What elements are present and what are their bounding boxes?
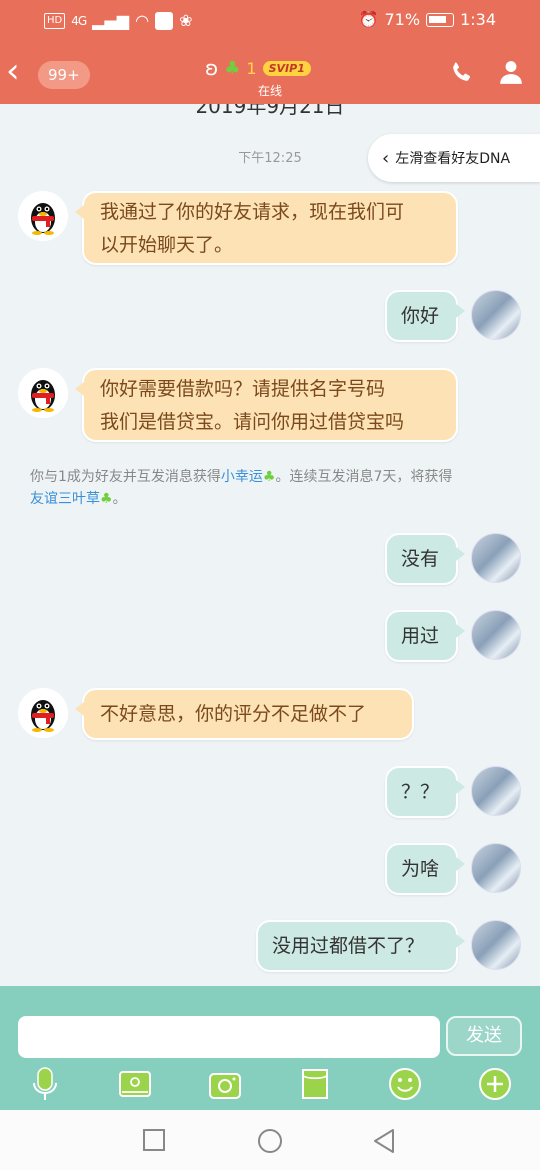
camera-icon[interactable]	[207, 1066, 243, 1102]
image-icon[interactable]	[117, 1066, 153, 1102]
triangle-icon[interactable]	[372, 1128, 396, 1154]
status-bar: HD 4G ▂▄▆ ◠ ❀ ⏰ 71% 1:34	[0, 0, 540, 42]
my-avatar[interactable]	[471, 610, 521, 660]
file-icon[interactable]	[297, 1066, 333, 1102]
dna-hint-label: 左滑查看好友DNA	[395, 151, 511, 167]
qq-penguin-avatar[interactable]	[18, 688, 68, 738]
message-text: 我们是借贷宝。请问你用过借贷宝吗	[100, 411, 405, 433]
message-text: 没用过都借不了？	[272, 935, 425, 957]
message-text: 你好需要借款吗？请提供名字号码	[100, 378, 386, 400]
message-bubble[interactable]: 没有	[385, 533, 465, 585]
my-avatar[interactable]	[471, 766, 521, 816]
qq-penguin-avatar[interactable]	[18, 191, 68, 241]
my-avatar[interactable]	[471, 843, 521, 893]
hd-indicator: HD	[44, 12, 66, 29]
sprout-icon: ♣	[224, 57, 241, 79]
ear-icon: ʚ	[205, 56, 219, 80]
circle-icon[interactable]	[257, 1128, 283, 1154]
message-input[interactable]	[18, 1016, 440, 1058]
friend-dna-hint[interactable]: ‹ 左滑查看好友DNA	[368, 134, 540, 182]
send-button[interactable]: 发送	[446, 1016, 522, 1056]
message-text: 我通过了你的好友请求，现在我们可	[100, 201, 405, 223]
system-nav-bar	[0, 1110, 540, 1170]
message-text: 以开始聊天了。	[100, 234, 234, 256]
message-bubble[interactable]: 不好意思，你的评分不足做不了	[75, 688, 414, 740]
system-note-text: 。连续互发消息7天，将获得	[275, 469, 453, 485]
clover-icon: ♣	[100, 491, 113, 507]
system-note-text: 你与1成为好友并互发消息获得	[30, 469, 221, 485]
battery-percent: 71%	[384, 10, 421, 29]
lucky-link[interactable]: 小幸运	[221, 469, 263, 485]
chevron-left-icon: ‹	[382, 147, 390, 169]
clover-link[interactable]: 友谊三叶草	[30, 491, 100, 507]
status-left: HD 4G ▂▄▆ ◠ ❀	[44, 11, 192, 30]
message-list[interactable]: 2019年9月21日 下午12:25 ‹ 左滑查看好友DNA 我通过了你的好友请…	[0, 104, 540, 986]
message-bubble[interactable]: ？？	[385, 766, 465, 818]
message-bubble[interactable]: 我通过了你的好友请求，现在我们可 以开始聊天了。	[75, 191, 458, 265]
microphone-icon[interactable]	[27, 1066, 63, 1102]
qq-penguin-avatar[interactable]	[18, 368, 68, 418]
message-text: 用过	[401, 625, 440, 647]
chat-header: ‹ 99+ ʚ ♣ 1 SVIP1 在线	[0, 42, 540, 104]
message-text: 没有	[401, 548, 440, 570]
system-note: 你与1成为好友并互发消息获得小幸运♣。连续互发消息7天，将获得 友谊三叶草♣。	[30, 466, 510, 510]
message-bubble[interactable]: 你好需要借款吗？请提供名字号码 我们是借贷宝。请问你用过借贷宝吗	[75, 368, 458, 442]
wifi-icon: ◠	[135, 11, 150, 30]
plus-icon[interactable]	[477, 1066, 513, 1102]
my-avatar[interactable]	[471, 290, 521, 340]
message-bubble[interactable]: 用过	[385, 610, 465, 662]
network-indicator: 4G	[71, 13, 87, 28]
message-text: ？？	[401, 781, 440, 803]
alarm-icon: ⏰	[358, 10, 379, 29]
system-note-text: 。	[112, 491, 127, 507]
message-text: 你好	[401, 305, 440, 327]
message-bubble[interactable]: 没用过都借不了？	[256, 920, 465, 972]
input-bar: 发送	[0, 986, 540, 1110]
square-icon[interactable]	[142, 1128, 166, 1152]
status-right: ⏰ 71% 1:34	[359, 10, 496, 29]
message-text: 为啥	[401, 858, 440, 880]
phone-icon[interactable]	[448, 60, 474, 86]
svip-badge: SVIP1	[262, 60, 311, 76]
wechat-icon: ❀	[179, 11, 193, 30]
message-bubble[interactable]: 你好	[385, 290, 465, 342]
battery-icon	[426, 12, 455, 27]
contact-info[interactable]: ʚ ♣ 1 SVIP1	[205, 56, 311, 80]
app-notification-icon	[155, 11, 174, 30]
sprout-icon: ♣	[262, 469, 276, 485]
profile-icon[interactable]	[498, 59, 524, 85]
message-text: 不好意思，你的评分不足做不了	[100, 703, 367, 725]
message-bubble[interactable]: 为啥	[385, 843, 465, 895]
signal-icon: ▂▄▆	[92, 11, 130, 30]
my-avatar[interactable]	[471, 920, 521, 970]
my-avatar[interactable]	[471, 533, 521, 583]
date-divider: 2019年9月21日	[195, 104, 345, 118]
emoji-icon[interactable]	[387, 1066, 423, 1102]
clock: 1:34	[460, 10, 496, 29]
streak-count: 1	[246, 58, 257, 78]
